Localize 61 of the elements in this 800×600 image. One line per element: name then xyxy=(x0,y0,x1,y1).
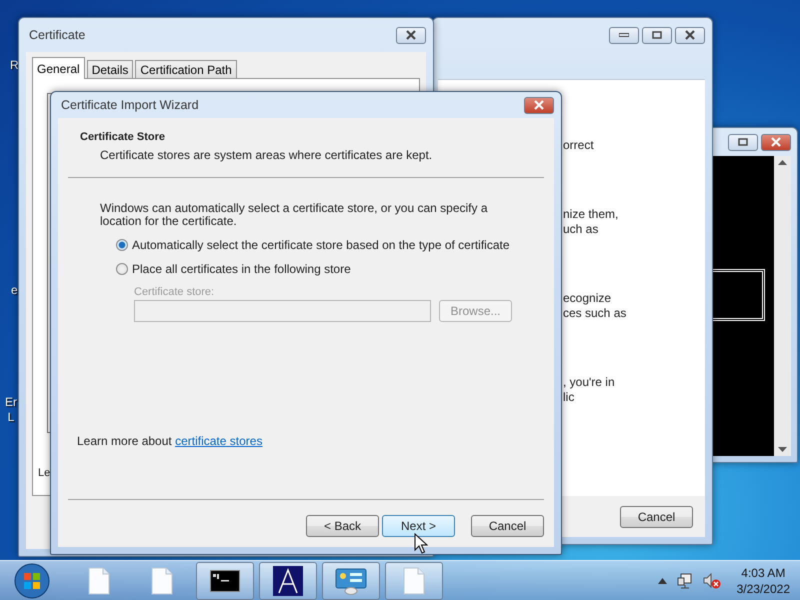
minimize-icon xyxy=(619,33,629,37)
start-orb-icon xyxy=(14,562,50,598)
learn-more-text: Learn more about certificate stores xyxy=(77,434,264,448)
maximize-button[interactable] xyxy=(728,134,758,150)
maximize-button[interactable] xyxy=(642,26,672,44)
network-icon[interactable] xyxy=(676,572,693,588)
close-icon xyxy=(533,100,545,110)
control-panel-icon xyxy=(335,566,367,594)
desktop-icon-label: R xyxy=(10,58,19,73)
scroll-up-icon xyxy=(778,160,787,165)
wizard-button[interactable]: Next > xyxy=(382,515,455,537)
learn-more-link[interactable]: certificate stores xyxy=(175,434,262,448)
close-button[interactable] xyxy=(524,96,554,114)
scroll-down-icon xyxy=(778,447,787,452)
maximize-icon xyxy=(738,138,748,146)
paragraph: , you're in lic xyxy=(563,374,616,406)
document-icon xyxy=(150,566,174,594)
taskbar-button[interactable] xyxy=(196,562,254,600)
window-title: Certificate Import Wizard xyxy=(61,98,199,112)
radio-button[interactable] xyxy=(116,263,128,275)
show-hidden-icons-icon[interactable] xyxy=(658,578,667,584)
close-button[interactable] xyxy=(761,134,791,150)
scrollbar[interactable] xyxy=(774,156,791,456)
maximize-icon xyxy=(652,31,662,39)
console-icon xyxy=(210,570,240,592)
tab[interactable]: General xyxy=(32,57,85,79)
cancel-button[interactable]: Cancel xyxy=(620,506,693,528)
close-icon xyxy=(405,30,417,40)
text-fragment: Le xyxy=(38,467,50,479)
close-button[interactable] xyxy=(675,26,705,44)
taskbar-button[interactable] xyxy=(259,562,317,600)
close-icon xyxy=(684,30,696,40)
close-button[interactable] xyxy=(396,26,426,44)
paragraph: ecognize ces such as xyxy=(563,290,628,322)
window-title: Certificate xyxy=(29,28,86,42)
radio-button[interactable] xyxy=(116,239,128,251)
document-icon xyxy=(402,566,426,594)
field-label: Certificate store: xyxy=(134,286,216,298)
document-icon xyxy=(87,566,111,594)
section-subtitle: Certificate stores are system areas where certificates are kept. xyxy=(100,148,434,162)
paragraph: orrect xyxy=(563,138,595,154)
close-icon xyxy=(770,137,782,147)
cursor-icon xyxy=(414,533,428,555)
clock-time: 4:03 AM xyxy=(741,564,786,580)
desktop-icon-label: e xyxy=(11,283,18,298)
wizard-button[interactable]: Cancel xyxy=(471,515,544,537)
clock[interactable]: 4:03 AM 3/23/2022 xyxy=(736,564,790,596)
paragraph: nize them, uch as xyxy=(563,206,620,238)
wizard-button[interactable]: < Back xyxy=(306,515,379,537)
radio-label: Place all certificates in the following store xyxy=(132,262,351,276)
desktop-icon-label: Er L xyxy=(5,395,17,425)
radio-label: Automatically select the certificate store based on the type of certificate xyxy=(132,238,510,252)
tab[interactable]: Details xyxy=(86,60,134,78)
intro-text: Windows can automatically select a certificate store, or you can specify a location for the certificate. xyxy=(100,202,489,228)
taskbar-button[interactable] xyxy=(322,562,380,600)
tab[interactable]: Certification Path xyxy=(135,60,237,78)
minimize-button[interactable] xyxy=(609,26,639,44)
clock-date: 3/23/2022 xyxy=(736,580,790,596)
section-title: Certificate Store xyxy=(80,131,166,143)
triangle-logo-icon xyxy=(273,566,303,596)
muted-speaker-icon[interactable] xyxy=(702,572,721,588)
